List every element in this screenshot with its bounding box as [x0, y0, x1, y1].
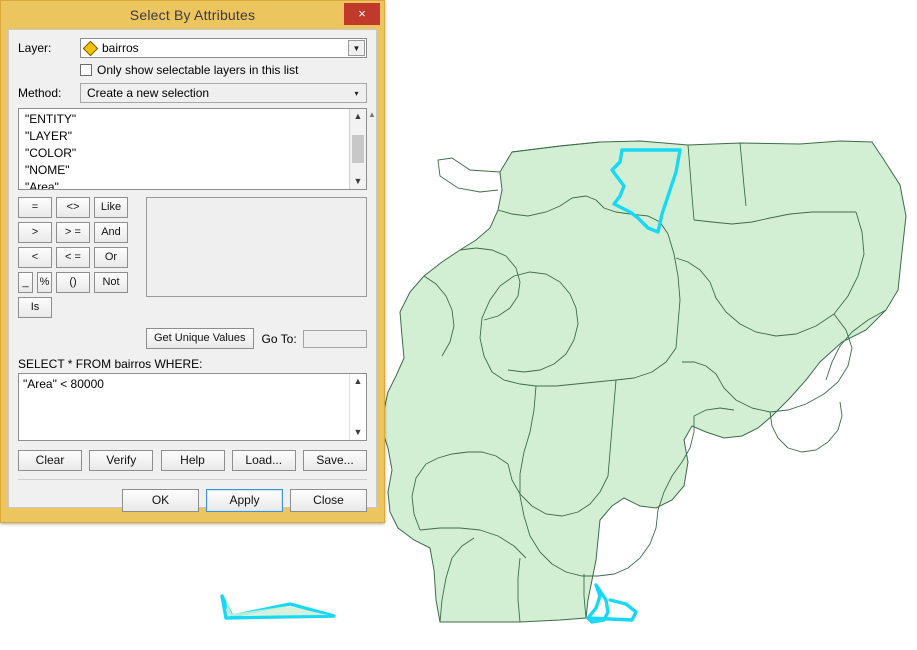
field-list-box[interactable]: "ENTITY" "LAYER" "COLOR" "NOME" "Area" ▲…	[18, 108, 376, 190]
ok-button[interactable]: OK	[122, 489, 199, 512]
only-selectable-layers-checkbox[interactable]	[80, 64, 92, 76]
go-to-input[interactable]	[302, 329, 367, 348]
layer-combobox[interactable]: bairros ▼	[80, 38, 367, 58]
sql-expression-box[interactable]: "Area" < 80000 ▲ ▼	[18, 373, 367, 441]
method-label: Method:	[18, 86, 62, 100]
layer-value: bairros	[102, 41, 139, 55]
close-button[interactable]: Close	[290, 489, 367, 512]
operator-row: < < = Or	[18, 247, 138, 268]
help-button[interactable]: Help	[160, 450, 225, 471]
sql-expression-input[interactable]: "Area" < 80000	[19, 374, 349, 440]
selected-polygon	[586, 583, 638, 624]
dialog-title: Select By Attributes	[129, 7, 256, 23]
field-list-item-label: "Area"	[25, 180, 59, 189]
dialog-outer-scroll-tick: ▲	[367, 109, 377, 191]
scrollbar-thumb[interactable]	[352, 135, 364, 163]
operator-not-equals-button[interactable]: <>	[56, 197, 90, 218]
go-to-label: Go To:	[261, 331, 297, 346]
tool-button-row: Clear Verify Help Load... Save...	[18, 450, 367, 471]
dialog-title-bar: Select By Attributes ×	[1, 1, 384, 29]
close-icon[interactable]: ×	[344, 3, 380, 25]
field-list-item[interactable]: "ENTITY"	[23, 111, 349, 128]
operator-and-button[interactable]: And	[94, 222, 128, 243]
operator-equals-button[interactable]: =	[18, 197, 52, 218]
only-selectable-layers-row[interactable]: Only show selectable layers in this list	[80, 63, 367, 77]
operator-not-button[interactable]: Not	[94, 272, 128, 293]
method-value: Create a new selection	[87, 86, 210, 100]
operator-greater-equal-button[interactable]: > =	[56, 222, 90, 243]
field-list-item[interactable]: "NOME"	[23, 162, 349, 179]
chevron-up-icon[interactable]: ▲	[350, 374, 366, 389]
operator-underscore-button[interactable]: _	[18, 272, 33, 293]
method-combobox[interactable]: Create a new selection ▾	[80, 83, 367, 103]
layer-diamond-icon	[82, 40, 99, 56]
operator-row: = <> Like	[18, 197, 138, 218]
dialog-body: Layer: bairros ▼ Only show selectable la…	[8, 29, 377, 512]
field-list-scrollbar[interactable]: ▲ ▼	[349, 109, 366, 189]
chevron-up-icon: ▲	[368, 110, 376, 119]
load-button[interactable]: Load...	[231, 450, 296, 471]
operator-less-button[interactable]: <	[18, 247, 52, 268]
chevron-up-icon[interactable]: ▲	[350, 109, 366, 124]
action-button-row: OK Apply Close	[18, 489, 367, 512]
map-polygon	[381, 140, 907, 623]
field-list-item-selected[interactable]: "Area"	[23, 179, 349, 189]
save-button[interactable]: Save...	[303, 450, 367, 471]
sql-label: SELECT * FROM bairros WHERE:	[18, 357, 203, 371]
field-list-item[interactable]: "COLOR"	[23, 145, 349, 162]
operator-less-equal-button[interactable]: < =	[56, 247, 90, 268]
operator-row: > > = And	[18, 222, 138, 243]
clear-button[interactable]: Clear	[18, 450, 82, 471]
unique-values-list[interactable]	[146, 197, 367, 297]
select-by-attributes-dialog: Select By Attributes × Layer: bairros ▼ …	[0, 0, 385, 523]
chevron-down-icon[interactable]: ▼	[348, 40, 365, 56]
chevron-down-icon[interactable]: ▼	[350, 174, 366, 189]
apply-button[interactable]: Apply	[206, 489, 283, 512]
verify-button[interactable]: Verify	[89, 450, 154, 471]
chevron-down-icon[interactable]: ▼	[350, 425, 366, 440]
operator-like-button[interactable]: Like	[94, 197, 128, 218]
field-list[interactable]: "ENTITY" "LAYER" "COLOR" "NOME" "Area"	[19, 109, 349, 189]
field-list-item[interactable]: "LAYER"	[23, 128, 349, 145]
operators-and-values: = <> Like > > = And < < = Or _ % () Not …	[18, 197, 367, 322]
map-selected-fills	[226, 600, 328, 616]
operator-keypad: = <> Like > > = And < < = Or _ % () Not …	[18, 197, 138, 322]
operator-percent-button[interactable]: %	[37, 272, 52, 293]
operator-is-button[interactable]: Is	[18, 297, 52, 318]
sql-scrollbar[interactable]: ▲ ▼	[349, 374, 366, 440]
method-row: Method: Create a new selection ▾	[18, 83, 367, 103]
operator-parentheses-button[interactable]: ()	[56, 272, 90, 293]
unique-values-row: Get Unique Values Go To:	[18, 328, 367, 349]
only-selectable-layers-label: Only show selectable layers in this list	[97, 63, 299, 77]
map-polygon-layer	[381, 140, 907, 623]
operator-row: _ % () Not	[18, 272, 138, 293]
operator-or-button[interactable]: Or	[94, 247, 128, 268]
divider	[18, 479, 367, 480]
chevron-down-icon[interactable]: ▾	[348, 85, 365, 101]
operator-row: Is	[18, 297, 138, 318]
get-unique-values-button[interactable]: Get Unique Values	[146, 328, 254, 349]
layer-row: Layer: bairros ▼	[18, 38, 367, 58]
layer-label: Layer:	[18, 41, 52, 55]
operator-greater-button[interactable]: >	[18, 222, 52, 243]
